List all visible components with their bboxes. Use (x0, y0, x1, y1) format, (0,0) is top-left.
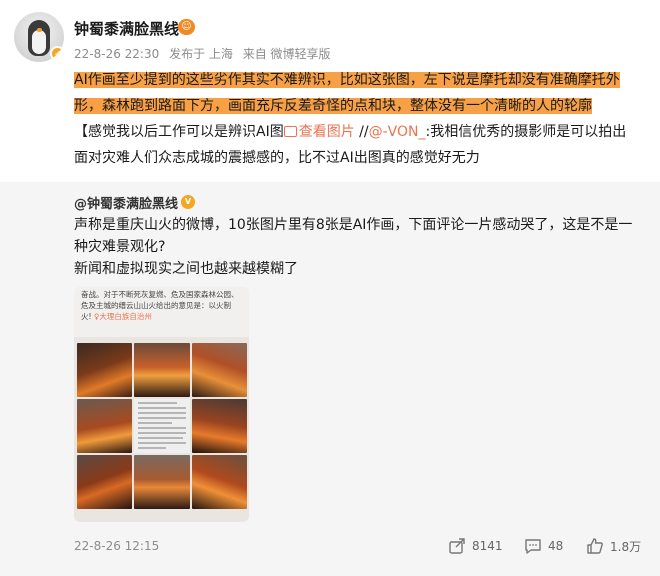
retweet-line-1: 声称是重庆山火的微博，10张图片里有8张是AI作画，下面评论一片感动哭了，这是不… (74, 217, 633, 255)
comment-button[interactable]: 48 (524, 535, 563, 557)
post-username[interactable]: 钟蜀黍满脸黑线 (74, 18, 179, 39)
comment-count: 48 (548, 539, 564, 553)
highlighted-text: AI作画至少提到的这些劣作其实不难辨识，比如这张图，左下说是摩托却没有准确摩托外… (74, 72, 620, 114)
retweet-username[interactable]: @钟蜀黍满脸黑线 (74, 193, 178, 212)
image-tile (77, 455, 132, 509)
vip-badge-icon[interactable]: ☺ (178, 19, 195, 35)
like-count: 1.8万 (610, 539, 642, 554)
image-tile (134, 343, 190, 397)
retweet-text: 声称是重庆山火的微博，10张图片里有8张是AI作画，下面评论一片感动哭了，这是不… (74, 214, 640, 280)
mention-prefix: // (354, 124, 369, 140)
retweet-date[interactable]: 22-8-26 12:15 (74, 539, 159, 553)
image-tile (192, 343, 247, 397)
image-tile (192, 399, 247, 453)
post-text-part: 【感觉我以后工作可以是辨识AI图 (74, 124, 284, 140)
like-button[interactable]: 1.8万 (586, 535, 641, 557)
post-source[interactable]: 来自 微博轻享版 (243, 47, 331, 61)
penguin-belly (32, 30, 46, 54)
view-image-link[interactable]: 查看图片 (283, 124, 355, 140)
repost-count: 8141 (472, 539, 503, 553)
image-tile (134, 455, 190, 509)
view-image-label: 查看图片 (298, 124, 355, 140)
like-icon (587, 538, 603, 554)
image-tile (77, 399, 132, 453)
retweet-line-2: 新闻和虚拟现实之间也越来越模糊了 (74, 261, 298, 277)
mention-link[interactable]: @-VON_ (369, 124, 426, 140)
image-location: ♀大理白族自治州 (93, 312, 152, 321)
repost-button[interactable]: 8141 (448, 535, 503, 557)
post-text: AI作画至少提到的这些劣作其实不难辨识，比如这张图，左下说是摩托却没有准确摩托外… (74, 67, 640, 171)
post-time[interactable]: 22-8-26 22:30 (74, 47, 159, 61)
post-location: 发布于 上海 (169, 47, 233, 61)
retweet-image[interactable]: 奋战。对于不断死灰复燃、危及国家森林公园、危及主城的缙云山山火给出的意见是：以火… (74, 287, 249, 522)
share-icon (449, 538, 465, 554)
verified-badge-icon: V (181, 195, 195, 209)
image-tile-document (134, 399, 190, 453)
image-icon (283, 126, 297, 137)
comment-icon (525, 539, 541, 554)
post-meta: 22-8-26 22:30 发布于 上海 来自 微博轻享版 (74, 45, 337, 62)
image-tile (77, 343, 132, 397)
verified-badge-icon: ✓ (50, 46, 64, 61)
avatar[interactable]: ✓ (14, 12, 64, 62)
penguin-beak (37, 28, 42, 32)
image-caption: 奋战。对于不断死灰复燃、危及国家森林公园、危及主城的缙云山山火给出的意见是：以火… (81, 289, 241, 322)
image-tile (192, 455, 247, 509)
